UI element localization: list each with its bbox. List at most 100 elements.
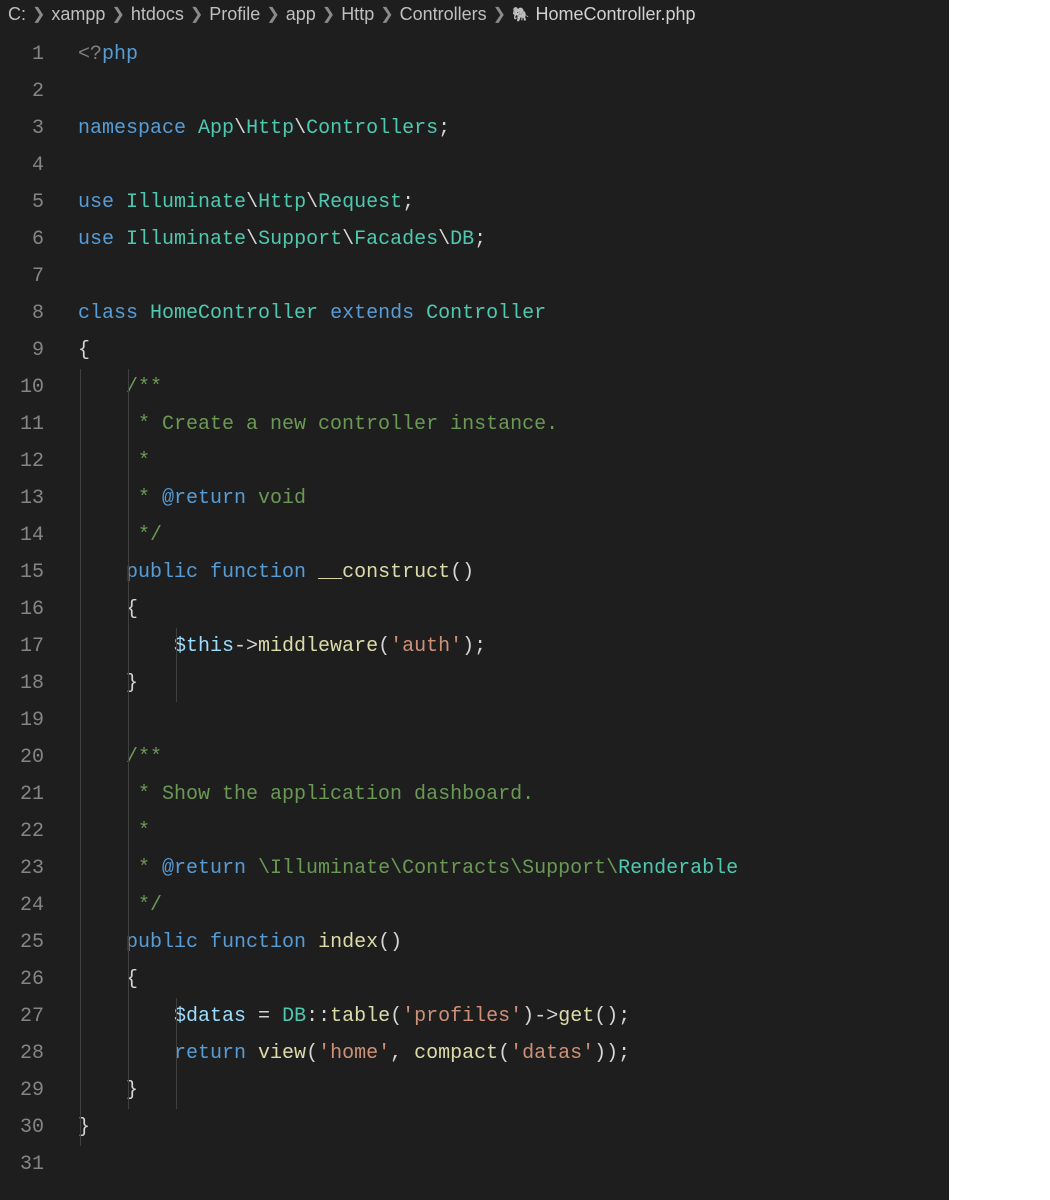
code-line[interactable]: {	[78, 591, 949, 628]
line-number[interactable]: 24	[0, 887, 44, 924]
code-line[interactable]: public function __construct()	[78, 554, 949, 591]
line-number[interactable]: 12	[0, 443, 44, 480]
code-content[interactable]: <?php namespace App\Http\Controllers; us…	[58, 30, 949, 1200]
code-line[interactable]: public function index()	[78, 924, 949, 961]
code-line[interactable]: return view('home', compact('datas'));	[78, 1035, 949, 1072]
code-token: Support	[258, 228, 342, 251]
line-number[interactable]: 27	[0, 998, 44, 1035]
code-line[interactable]: use Illuminate\Support\Facades\DB;	[78, 221, 949, 258]
code-line[interactable]: use Illuminate\Http\Request;	[78, 184, 949, 221]
code-token: get	[558, 1005, 594, 1028]
code-token: Controllers	[306, 117, 438, 140]
line-number[interactable]: 10	[0, 369, 44, 406]
code-line[interactable]: }	[78, 665, 949, 702]
code-token: Controller	[426, 302, 546, 325]
line-number-gutter[interactable]: 1234567891011121314151617181920212223242…	[0, 30, 58, 1200]
code-token: return	[174, 1042, 246, 1065]
line-number[interactable]: 31	[0, 1146, 44, 1183]
line-number[interactable]: 11	[0, 406, 44, 443]
code-token	[114, 228, 126, 251]
line-number[interactable]: 19	[0, 702, 44, 739]
line-number[interactable]: 18	[0, 665, 44, 702]
code-line[interactable]: class HomeController extends Controller	[78, 295, 949, 332]
line-number[interactable]: 15	[0, 554, 44, 591]
line-number[interactable]: 20	[0, 739, 44, 776]
line-number[interactable]: 22	[0, 813, 44, 850]
breadcrumb-segment[interactable]: Http	[341, 4, 374, 25]
code-token: Illuminate	[126, 191, 246, 214]
breadcrumb-file[interactable]: HomeController.php	[535, 4, 695, 25]
code-token: void	[246, 487, 306, 510]
code-line[interactable]: * @return \Illuminate\Contracts\Support\…	[78, 850, 949, 887]
line-number[interactable]: 2	[0, 73, 44, 110]
code-line[interactable]: {	[78, 961, 949, 998]
code-token: Facades	[354, 228, 438, 251]
code-line[interactable]	[78, 147, 949, 184]
code-token: Http	[246, 117, 294, 140]
line-number[interactable]: 1	[0, 36, 44, 73]
code-area[interactable]: 1234567891011121314151617181920212223242…	[0, 30, 949, 1200]
code-line[interactable]: *	[78, 813, 949, 850]
breadcrumb-segment[interactable]: Controllers	[400, 4, 487, 25]
code-token	[306, 931, 318, 954]
line-number[interactable]: 16	[0, 591, 44, 628]
code-line[interactable]: <?php	[78, 36, 949, 73]
line-number[interactable]: 14	[0, 517, 44, 554]
code-line[interactable]	[78, 73, 949, 110]
code-line[interactable]: */	[78, 517, 949, 554]
code-token: HomeController	[150, 302, 318, 325]
code-token: @return	[162, 857, 246, 880]
code-line[interactable]: /**	[78, 369, 949, 406]
code-line[interactable]: }	[78, 1072, 949, 1109]
breadcrumb-segment[interactable]: xampp	[51, 4, 105, 25]
code-token: ->	[234, 635, 258, 658]
line-number[interactable]: 5	[0, 184, 44, 221]
code-token: * Show the application dashboard.	[138, 783, 534, 806]
code-token: __construct	[318, 561, 450, 584]
breadcrumb-segment[interactable]: htdocs	[131, 4, 184, 25]
line-number[interactable]: 13	[0, 480, 44, 517]
line-number[interactable]: 6	[0, 221, 44, 258]
code-line[interactable]	[78, 258, 949, 295]
code-token	[186, 117, 198, 140]
code-token	[78, 450, 138, 473]
code-line[interactable]: {	[78, 332, 949, 369]
line-number[interactable]: 9	[0, 332, 44, 369]
line-number[interactable]: 21	[0, 776, 44, 813]
code-token: use	[78, 191, 114, 214]
code-line[interactable]: namespace App\Http\Controllers;	[78, 110, 949, 147]
line-number[interactable]: 7	[0, 258, 44, 295]
code-line[interactable]: * Show the application dashboard.	[78, 776, 949, 813]
code-token	[78, 635, 174, 658]
line-number[interactable]: 8	[0, 295, 44, 332]
code-line[interactable]: /**	[78, 739, 949, 776]
code-token	[306, 561, 318, 584]
code-line[interactable]: *	[78, 443, 949, 480]
breadcrumb-segment[interactable]: C:	[8, 4, 26, 25]
code-line[interactable]: $this->middleware('auth');	[78, 628, 949, 665]
line-number[interactable]: 29	[0, 1072, 44, 1109]
code-line[interactable]	[78, 702, 949, 739]
line-number[interactable]: 28	[0, 1035, 44, 1072]
breadcrumb[interactable]: C: ❯ xampp ❯ htdocs ❯ Profile ❯ app ❯ Ht…	[0, 0, 949, 30]
line-number[interactable]: 25	[0, 924, 44, 961]
line-number[interactable]: 30	[0, 1109, 44, 1146]
code-line[interactable]: }	[78, 1109, 949, 1146]
line-number[interactable]: 4	[0, 147, 44, 184]
code-line[interactable]: $datas = DB::table('profiles')->get();	[78, 998, 949, 1035]
code-line[interactable]: * @return void	[78, 480, 949, 517]
code-token: 'profiles'	[402, 1005, 522, 1028]
line-number[interactable]: 26	[0, 961, 44, 998]
code-token	[78, 894, 138, 917]
code-token: ->	[534, 1005, 558, 1028]
line-number[interactable]: 17	[0, 628, 44, 665]
code-line[interactable]: * Create a new controller instance.	[78, 406, 949, 443]
code-token: namespace	[78, 117, 186, 140]
breadcrumb-segment[interactable]: Profile	[209, 4, 260, 25]
code-line[interactable]	[78, 1146, 949, 1183]
code-line[interactable]: */	[78, 887, 949, 924]
line-number[interactable]: 23	[0, 850, 44, 887]
code-token	[78, 487, 138, 510]
breadcrumb-segment[interactable]: app	[286, 4, 316, 25]
line-number[interactable]: 3	[0, 110, 44, 147]
